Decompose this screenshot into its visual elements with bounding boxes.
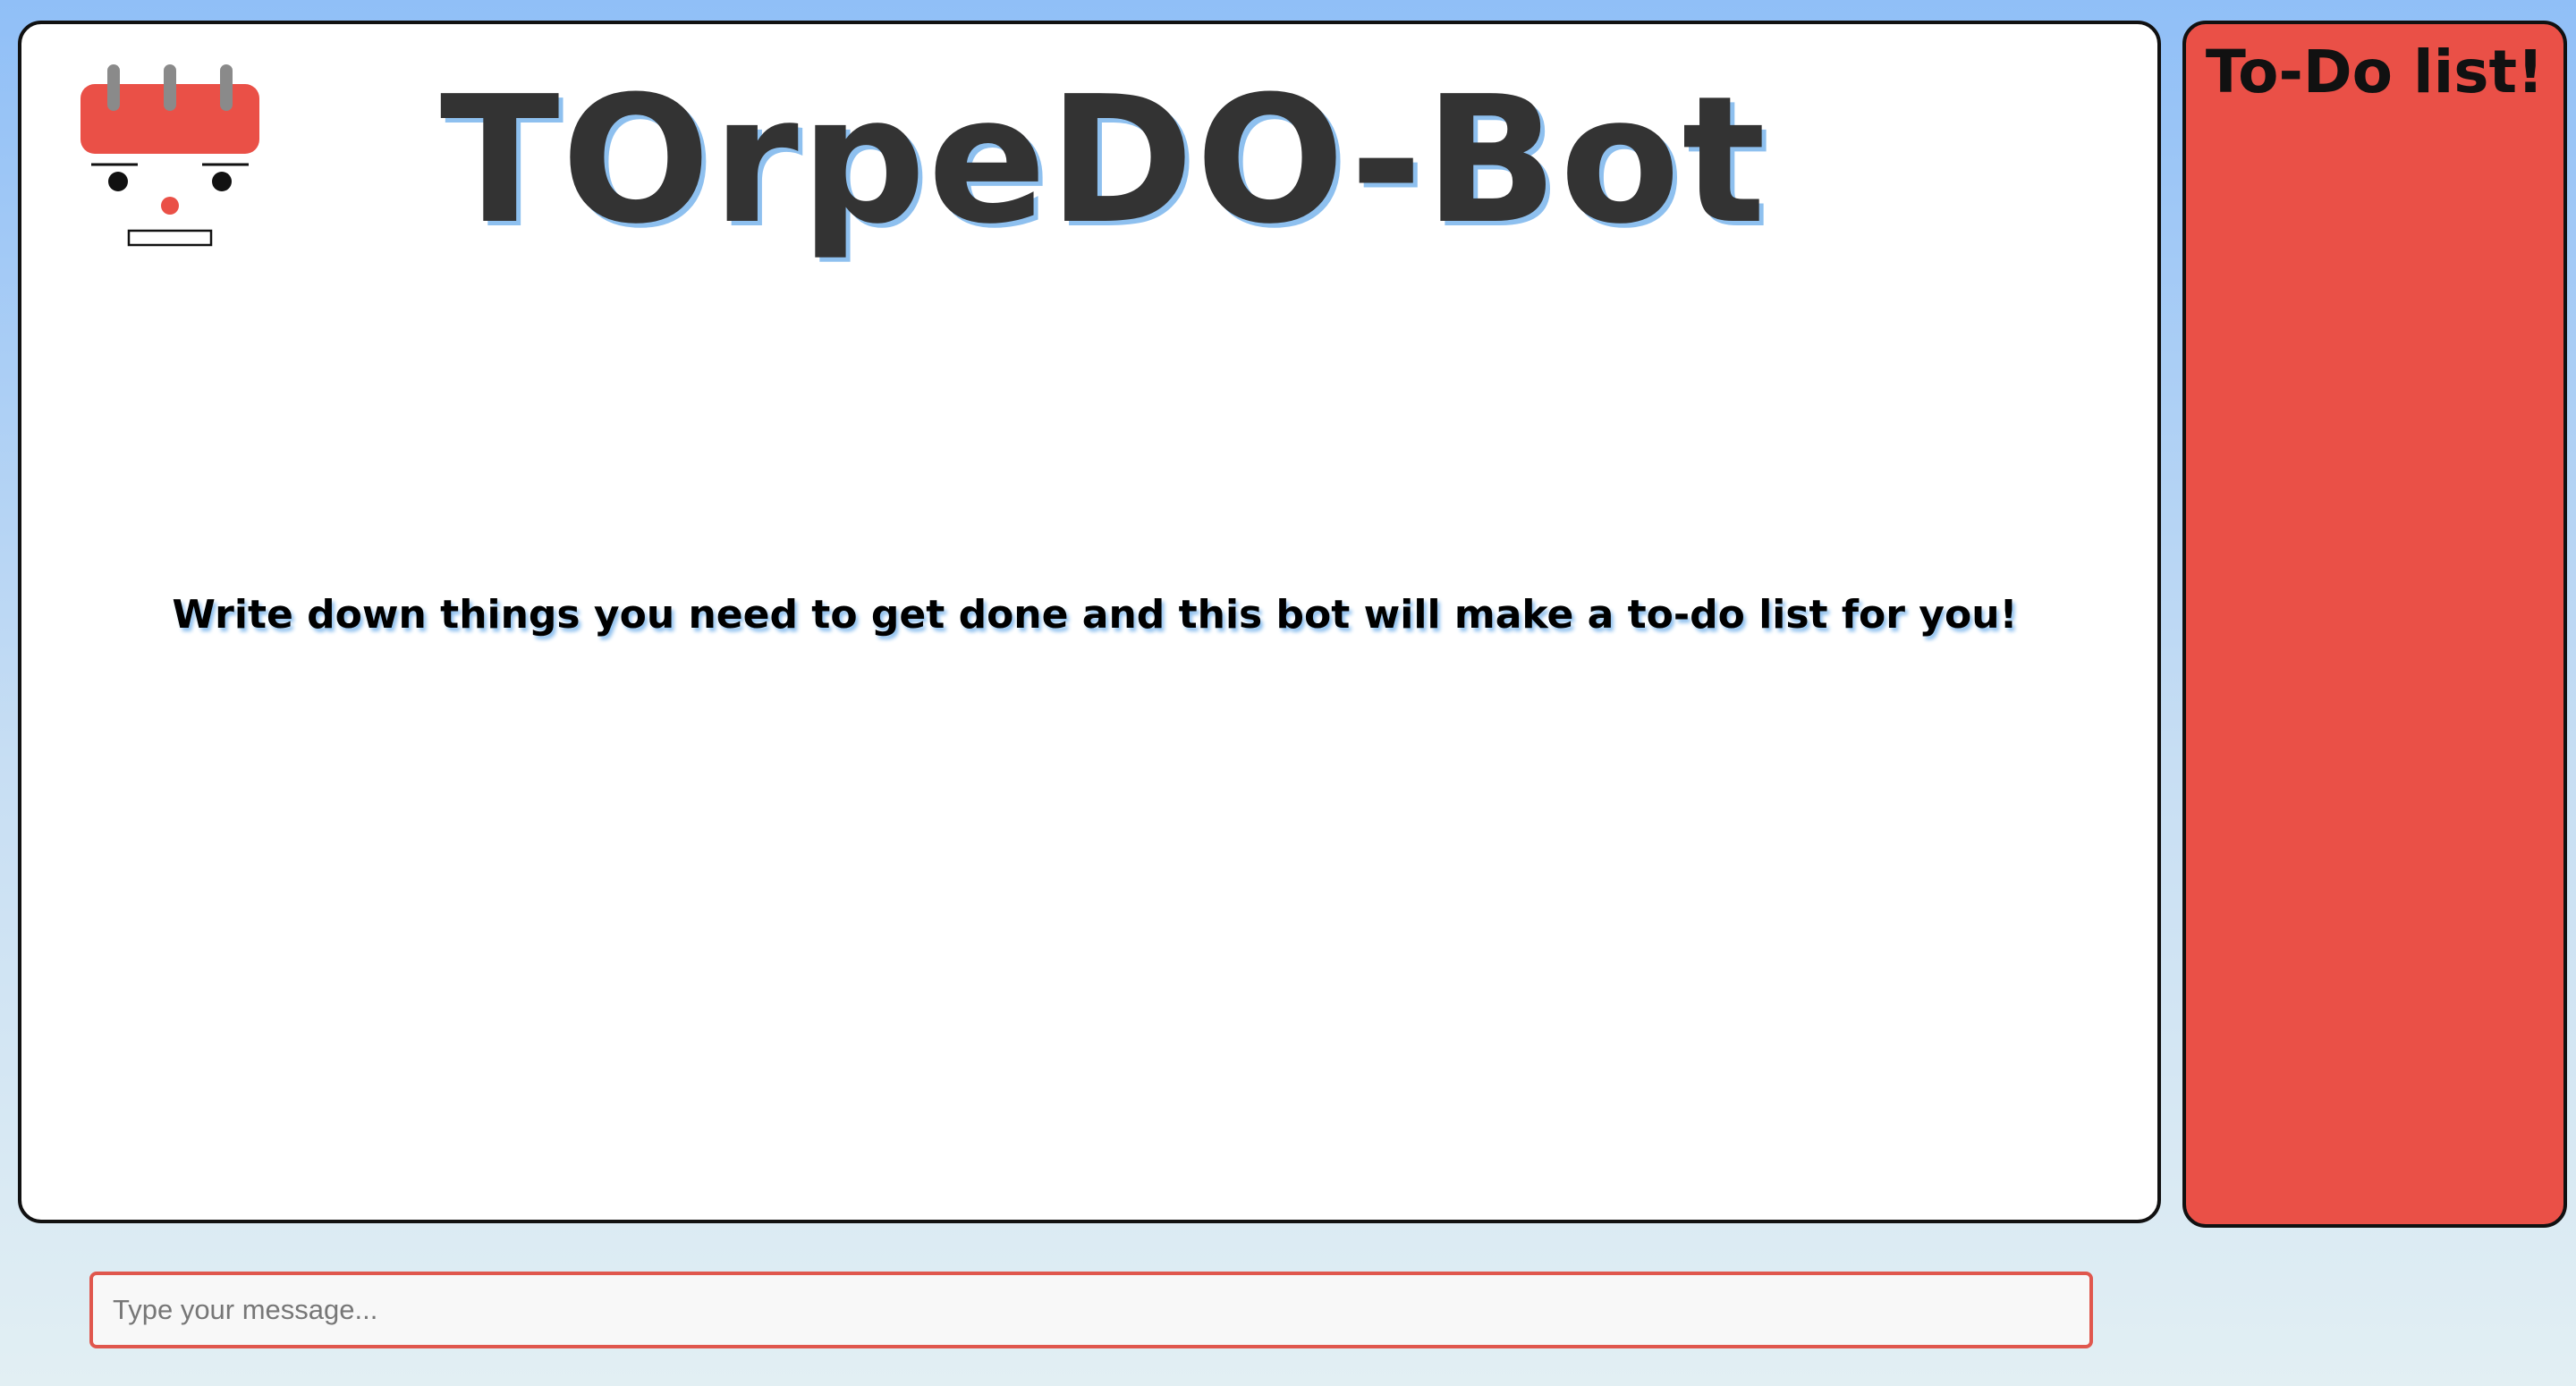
intro-text: Write down things you need to get done a… [172,592,2018,638]
message-input[interactable] [89,1272,2093,1348]
todo-list-panel: To-Do list! [2182,21,2567,1228]
todo-list-heading: To-Do list! [2205,38,2545,106]
app-title: TOrpeDO-Bot [439,59,1768,263]
chat-panel: TOrpeDO-Bot Write down things you need t… [18,21,2161,1223]
